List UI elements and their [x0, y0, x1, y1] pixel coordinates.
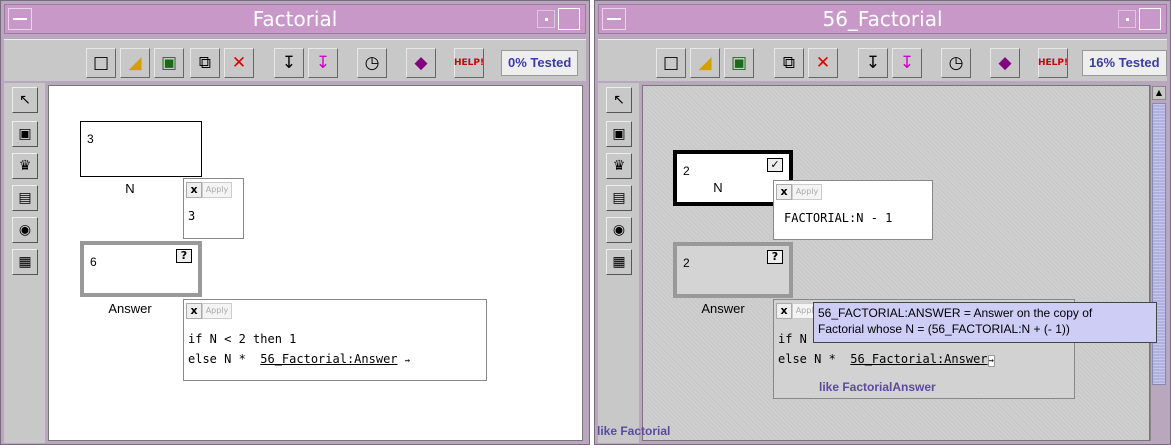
vertical-scrollbar[interactable]: ▲ [1150, 85, 1167, 441]
copy-icon[interactable]: ⧉ [774, 48, 804, 78]
tooltip-line1: 56_FACTORIAL:ANSWER = Answer on the copy… [818, 306, 1093, 320]
formula-answer-line2[interactable]: else N * 56_Factorial:Answer ⇝ [188, 352, 410, 366]
question-icon[interactable]: ? [767, 250, 783, 264]
tested-indicator: 0% Tested [501, 50, 579, 76]
reference-link[interactable]: 56_Factorial:Answer [850, 352, 987, 366]
cell-n-value: 3 [87, 132, 94, 146]
cell-answer-label: Answer [108, 301, 152, 316]
timer-icon[interactable]: ◷ [357, 48, 387, 78]
tool-palette: ↖ ▣ ♛ ▤ ◉ ▦ [4, 83, 45, 443]
delete-icon[interactable]: ✕ [808, 48, 838, 78]
maximize-button[interactable] [1139, 8, 1161, 30]
checkmark-icon[interactable]: ✓ [767, 158, 783, 172]
crown-tool-icon[interactable]: ♛ [12, 153, 38, 179]
cell-answer-value: 6 [90, 255, 97, 269]
cell-answer[interactable]: 2 ? [673, 242, 793, 298]
window-title: 56_Factorial [822, 7, 943, 31]
formula-n-text[interactable]: FACTORIAL:N - 1 [784, 211, 892, 225]
radio-tool-icon[interactable]: ◉ [12, 217, 38, 243]
formula-answer-line2[interactable]: else N * 56_Factorial:Answer⇝ [778, 352, 995, 367]
open-icon[interactable]: ◢ [690, 48, 720, 78]
formula-answer: x Apply if N < 2 then 1 else N * 56_Fact… [183, 299, 487, 381]
cell-tool-icon[interactable]: ▣ [606, 121, 632, 147]
crown-tool-icon[interactable]: ♛ [606, 153, 632, 179]
reference-link[interactable]: 56_Factorial:Answer [260, 352, 397, 366]
cell-tool-icon[interactable]: ▣ [12, 121, 38, 147]
cell-n[interactable]: 3 [80, 121, 202, 177]
formula-prefix: else N * [778, 352, 851, 366]
close-formula-button[interactable]: x [186, 182, 202, 198]
tested-indicator: 16% Tested [1082, 50, 1167, 76]
arrow-icon[interactable]: ⇝ [405, 356, 410, 366]
formula-prefix: else N * [188, 352, 261, 366]
grid-tool-icon[interactable]: ▦ [12, 249, 38, 275]
title-bar[interactable]: Factorial [4, 4, 586, 34]
question-icon[interactable]: ? [176, 249, 192, 263]
apply-button[interactable]: Apply [202, 303, 232, 319]
book-icon[interactable]: ◆ [406, 48, 436, 78]
cell-n-label: N [713, 180, 723, 195]
toolbar: □ ◢ ▣ ⧉ ✕ ↧ ↧ ◷ ◆ HELP! 0% Tested [4, 39, 586, 81]
form-canvas[interactable]: 3 N x Apply 3 6 ? Answer x Apply if N < … [48, 85, 583, 441]
formula-n-text[interactable]: 3 [188, 209, 195, 223]
arrow-tool-icon[interactable]: ↖ [606, 87, 632, 113]
export-icon[interactable]: ↧ [308, 48, 338, 78]
close-formula-button[interactable]: x [186, 303, 202, 319]
import-icon[interactable]: ↧ [858, 48, 888, 78]
close-formula-button[interactable]: x [776, 184, 792, 200]
book-icon[interactable]: ◆ [990, 48, 1020, 78]
cell-answer[interactable]: 6 ? [80, 241, 202, 297]
box-tool-icon[interactable]: ▤ [12, 185, 38, 211]
close-formula-button[interactable]: x [776, 303, 792, 319]
save-icon[interactable]: ▣ [154, 48, 184, 78]
factorial-window: Factorial □ ◢ ▣ ⧉ ✕ ↧ ↧ ◷ ◆ HELP! 0% Tes… [0, 0, 590, 445]
timer-icon[interactable]: ◷ [941, 48, 971, 78]
formula-n: x Apply 3 [183, 178, 244, 239]
save-icon[interactable]: ▣ [724, 48, 754, 78]
help-icon[interactable]: HELP! [454, 48, 484, 78]
delete-icon[interactable]: ✕ [224, 48, 254, 78]
minimize-button[interactable] [537, 10, 555, 28]
title-bar[interactable]: 56_Factorial [598, 4, 1167, 34]
factorial-copy-window: 56_Factorial □ ◢ ▣ ⧉ ✕ ↧ ↧ ◷ ◆ HELP! 16%… [594, 0, 1171, 445]
apply-button[interactable]: Apply [202, 182, 232, 198]
new-icon[interactable]: □ [86, 48, 116, 78]
formula-n: x Apply FACTORIAL:N - 1 [773, 180, 933, 240]
minimize-button[interactable] [1118, 10, 1136, 28]
formula-tooltip: 56_FACTORIAL:ANSWER = Answer on the copy… [813, 302, 1157, 343]
tool-palette: ↖ ▣ ♛ ▤ ◉ ▦ [598, 83, 639, 443]
apply-button[interactable]: Apply [792, 184, 822, 200]
open-icon[interactable]: ◢ [120, 48, 150, 78]
scroll-up-arrow-icon[interactable]: ▲ [1152, 86, 1166, 100]
window-title: Factorial [252, 7, 338, 31]
box-tool-icon[interactable]: ▤ [606, 185, 632, 211]
tooltip-line2: Factorial whose N = (56_FACTORIAL:N + (-… [818, 322, 1070, 336]
help-icon[interactable]: HELP! [1038, 48, 1068, 78]
form-canvas[interactable]: 2 ✓ N x Apply FACTORIAL:N - 1 2 ? Answer… [642, 85, 1150, 441]
radio-tool-icon[interactable]: ◉ [606, 217, 632, 243]
arrow-icon[interactable]: ⇝ [987, 355, 995, 367]
cell-answer-label: Answer [701, 301, 745, 316]
export-icon[interactable]: ↧ [892, 48, 922, 78]
import-icon[interactable]: ↧ [274, 48, 304, 78]
status-text: like Factorial [597, 424, 671, 438]
copy-icon[interactable]: ⧉ [190, 48, 220, 78]
cell-answer-value: 2 [683, 256, 690, 270]
grid-tool-icon[interactable]: ▦ [606, 249, 632, 275]
formula-answer-line1[interactable]: if N < 2 then 1 [188, 332, 296, 346]
cell-n-value: 2 [683, 164, 690, 178]
toolbar: □ ◢ ▣ ⧉ ✕ ↧ ↧ ◷ ◆ HELP! 16% Tested [598, 39, 1167, 81]
cell-n-label: N [125, 181, 135, 196]
maximize-button[interactable] [558, 8, 580, 30]
arrow-tool-icon[interactable]: ↖ [12, 87, 38, 113]
new-icon[interactable]: □ [656, 48, 686, 78]
reference-hint: like FactorialAnswer [819, 380, 936, 394]
